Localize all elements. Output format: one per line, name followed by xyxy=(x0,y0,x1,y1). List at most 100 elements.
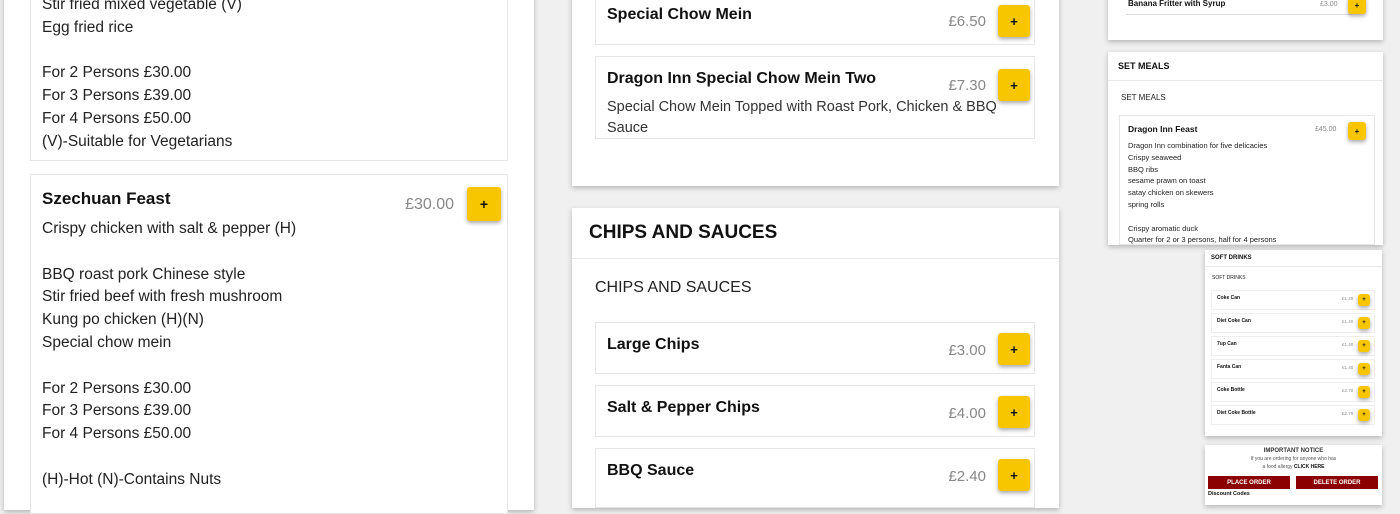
section-subtitle: CHIPS AND SAUCES xyxy=(595,279,752,296)
drink-item-row: Coke Bottle £2.70 + xyxy=(1211,382,1375,402)
menu-item-description: Stir fried mixed vegetable (V) Egg fried … xyxy=(42,0,242,154)
menu-item-name: Coke Bottle xyxy=(1217,387,1245,393)
add-to-order-button[interactable]: + xyxy=(1358,317,1370,329)
add-to-order-button[interactable]: + xyxy=(998,333,1030,365)
menu-item-price: £7.30 xyxy=(948,77,986,94)
description-line xyxy=(1128,211,1276,223)
description-line: (H)-Hot (N)-Contains Nuts xyxy=(42,470,222,488)
description-line: For 4 Persons £50.00 xyxy=(42,109,192,127)
drink-item-row: Fanta Can £1.40 + xyxy=(1211,359,1375,379)
description-line: satay chicken on skewers xyxy=(1128,188,1214,198)
add-to-order-button[interactable]: + xyxy=(998,396,1030,428)
menu-item-card: Large Chips £3.00 + xyxy=(595,322,1035,374)
add-to-order-button[interactable]: + xyxy=(1358,294,1370,306)
menu-item-price: £1.40 xyxy=(1342,342,1354,347)
add-to-order-button[interactable]: + xyxy=(1348,122,1366,140)
menu-item-name: 7up Can xyxy=(1217,341,1237,347)
description-line: Kung po chicken (H)(N) xyxy=(42,311,204,329)
menu-item-card: BBQ Sauce £2.40 + xyxy=(595,448,1035,508)
menu-item-dragon-inn-special-chow-mein-two-card: Dragon Inn Special Chow Mein Two £7.30 +… xyxy=(595,56,1035,139)
description-line: Crispy seaweed xyxy=(1128,152,1182,162)
description-line: For 2 Persons £30.00 xyxy=(42,379,192,397)
description-line xyxy=(42,446,296,469)
description-line: Special chow mein xyxy=(42,333,172,351)
place-order-button[interactable]: PLACE ORDER xyxy=(1208,476,1290,489)
description-line xyxy=(42,241,296,264)
menu-item-card: Salt & Pepper Chips £4.00 + xyxy=(595,385,1035,437)
description-line: Crispy aromatic duck xyxy=(1128,223,1199,233)
description-line xyxy=(42,355,296,378)
menu-item-name: BBQ Sauce xyxy=(607,462,695,479)
description-line: For 3 Persons £39.00 xyxy=(42,87,192,105)
drink-item-row: Diet Coke Can £1.40 + xyxy=(1211,313,1375,333)
menu-item-szechuan-feast-card: Szechuan Feast £30.00 + Crispy chicken w… xyxy=(30,174,508,514)
description-line xyxy=(42,40,242,63)
divider xyxy=(572,258,1059,259)
desserts-section-panel: Banana Fritter with Syrup £3.00 + xyxy=(1108,0,1383,40)
menu-item-name: Szechuan Feast xyxy=(42,189,171,208)
menu-item-price: £45.00 xyxy=(1315,126,1337,133)
menu-item-description: Dragon Inn combination for five delicaci… xyxy=(1128,140,1276,246)
description-line: sesame prawn on toast xyxy=(1128,176,1206,186)
description-line: Crispy chicken with salt & pepper (H) xyxy=(42,220,297,237)
add-to-order-button[interactable]: + xyxy=(1358,340,1370,352)
description-line: Egg fried rice xyxy=(42,18,134,36)
menu-item-price: £30.00 xyxy=(405,196,454,213)
add-to-order-button[interactable]: + xyxy=(998,459,1030,491)
description-line: For 2 Persons £30.00 xyxy=(42,64,192,82)
divider xyxy=(1126,14,1352,15)
discount-codes-label[interactable]: Discount Codes xyxy=(1208,491,1250,497)
description-line: For 3 Persons £39.00 xyxy=(42,402,192,420)
menu-item-name: Diet Coke Can xyxy=(1217,318,1251,324)
menu-item-name: Salt & Pepper Chips xyxy=(607,399,760,416)
delete-order-button[interactable]: DELETE ORDER xyxy=(1296,476,1378,489)
allergy-notice-text: a food allergy xyxy=(1262,464,1293,470)
menu-item-name: Diet Coke Bottle xyxy=(1217,410,1256,416)
important-notice-title: IMPORTANT NOTICE xyxy=(1263,448,1324,454)
order-summary-panel: IMPORTANT NOTICE If you are ordering for… xyxy=(1205,445,1382,505)
description-line: Stir fried beef with fresh mushroom xyxy=(42,288,283,306)
menu-item-price: £2.70 xyxy=(1342,388,1354,393)
description-line: Stir fried mixed vegetable (V) xyxy=(42,0,242,13)
menu-item-name: Coke Can xyxy=(1217,295,1241,301)
set-meals-section-panel: SET MEALS SET MEALS Dragon Inn Feast £45… xyxy=(1108,52,1383,245)
allergy-notice-line: a food allergy CLICK HERE xyxy=(1205,464,1382,470)
allergy-notice-text: If you are ordering for anyone who has xyxy=(1250,456,1337,462)
menu-item-description: Special Chow Mein Topped with Roast Pork… xyxy=(607,99,997,136)
description-line: (V)-Suitable for Vegetarians xyxy=(42,132,233,150)
description-line: For 4 Persons £50.00 xyxy=(42,425,192,443)
description-line: BBQ roast pork Chinese style xyxy=(42,265,246,283)
click-here-link[interactable]: CLICK HERE xyxy=(1294,464,1325,470)
divider xyxy=(1108,80,1383,81)
add-to-order-button[interactable]: + xyxy=(467,187,501,221)
add-to-order-button[interactable]: + xyxy=(998,5,1030,37)
menu-item-price: £1.40 xyxy=(1342,296,1354,301)
menu-item-name: Large Chips xyxy=(607,336,700,353)
menu-item-special-chow-mein-card: Special Chow Mein £6.50 + xyxy=(595,0,1035,45)
menu-item-price: £1.40 xyxy=(1342,365,1354,370)
menu-item-price: £3.00 xyxy=(948,342,986,359)
add-to-order-button[interactable]: + xyxy=(1358,409,1370,421)
drink-item-row: 7up Can £1.40 + xyxy=(1211,336,1375,356)
divider xyxy=(1205,266,1382,267)
add-to-order-button[interactable]: + xyxy=(1348,0,1366,14)
description-line: spring rolls xyxy=(1128,199,1165,209)
menu-item-set-dinner-card: Stir fried mixed vegetable (V) Egg fried … xyxy=(30,0,508,161)
menu-item-price: £2.70 xyxy=(1342,411,1354,416)
section-title: CHIPS AND SAUCES xyxy=(589,222,778,243)
menu-item-price: £2.40 xyxy=(948,468,986,485)
drinks-list: Coke Can £1.40 + Diet Coke Can £1.40 +7up Can… xyxy=(1211,290,1375,428)
add-to-order-button[interactable]: + xyxy=(1358,386,1370,398)
menu-item-name: Dragon Inn Feast xyxy=(1128,124,1198,134)
menu-item-name: Special Chow Mein xyxy=(607,6,752,23)
description-line: Quarter for 2 or 3 persons, half for 4 p… xyxy=(1128,235,1277,245)
description-line: Dragon Inn combination for five delicaci… xyxy=(1128,141,1268,150)
add-to-order-button[interactable]: + xyxy=(1358,363,1370,375)
soft-drinks-section-panel: SOFT DRINKS SOFT DRINKS Coke Can £1.40 + Di… xyxy=(1205,250,1382,436)
menu-item-price: £4.00 xyxy=(948,405,986,422)
menu-item-name: Banana Fritter with Syrup xyxy=(1128,0,1226,8)
section-subtitle: SET MEALS xyxy=(1121,93,1166,102)
menu-item-description: Crispy chicken with salt & pepper (H) BBQ… xyxy=(42,218,296,492)
menu-item-price: £3.00 xyxy=(1320,1,1338,8)
section-title: SOFT DRINKS xyxy=(1211,255,1252,261)
